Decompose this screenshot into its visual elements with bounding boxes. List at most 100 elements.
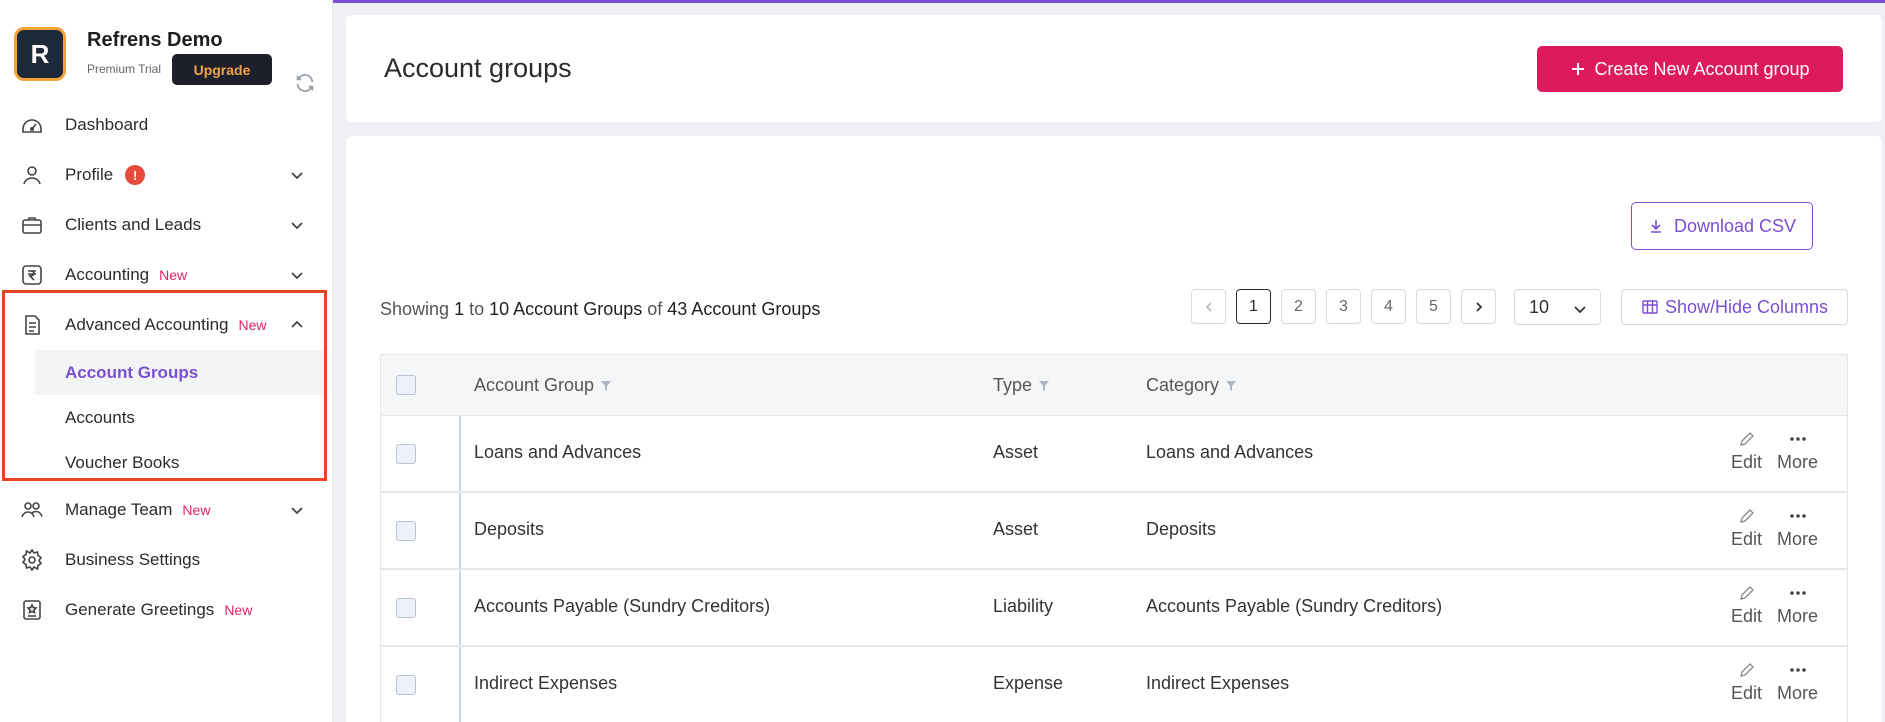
chevron-left-icon bbox=[1205, 301, 1212, 312]
sidebar: R Refrens Demo Premium Trial Upgrade Das… bbox=[0, 0, 333, 722]
row-checkbox[interactable] bbox=[396, 675, 416, 695]
showing-to-word: to bbox=[469, 299, 485, 319]
filter-icon[interactable] bbox=[1225, 380, 1237, 392]
column-header-category[interactable]: Category bbox=[1146, 375, 1237, 396]
row-checkbox[interactable] bbox=[396, 598, 416, 618]
sidebar-item-generate-greetings[interactable]: Generate Greetings New bbox=[0, 585, 333, 635]
cell-account-group: Accounts Payable (Sundry Creditors) bbox=[474, 596, 771, 616]
sidebar-item-label: Generate Greetings bbox=[65, 600, 215, 619]
plan-label: Premium Trial bbox=[87, 62, 162, 76]
header-label: Category bbox=[1146, 375, 1220, 395]
team-icon bbox=[21, 502, 43, 518]
user-icon bbox=[23, 166, 41, 185]
sidebar-item-label: Business Settings bbox=[65, 550, 201, 569]
chevron-down-icon bbox=[1574, 306, 1586, 314]
download-csv-label: Download CSV bbox=[1673, 215, 1797, 236]
next-page-button[interactable] bbox=[1461, 289, 1496, 324]
more-label: More bbox=[1777, 529, 1819, 549]
showing-of: of bbox=[647, 299, 663, 319]
table-row: Loans and Advances Asset Loans and Advan… bbox=[380, 415, 1848, 492]
row-checkbox[interactable] bbox=[396, 521, 416, 541]
cell-type: Asset bbox=[993, 442, 1039, 462]
upgrade-button[interactable]: Upgrade bbox=[172, 54, 272, 85]
chevron-down-icon[interactable] bbox=[289, 267, 305, 283]
page-button[interactable]: 1 bbox=[1236, 289, 1271, 324]
edit-button[interactable]: Edit bbox=[1731, 661, 1762, 704]
more-button[interactable]: More bbox=[1777, 584, 1818, 627]
cell-type: Expense bbox=[993, 673, 1064, 693]
edit-button[interactable]: Edit bbox=[1731, 584, 1762, 627]
gear-icon bbox=[21, 548, 43, 572]
showing-prefix: Showing bbox=[380, 299, 450, 319]
dashboard-icon bbox=[22, 119, 42, 133]
showing-from: 1 bbox=[454, 299, 465, 319]
row-divider bbox=[459, 416, 461, 491]
business-name: Refrens Demo bbox=[87, 29, 223, 51]
column-header-account-group[interactable]: Account Group bbox=[474, 375, 612, 396]
pencil-icon bbox=[1739, 663, 1754, 677]
cell-category: Indirect Expenses bbox=[1146, 673, 1290, 693]
page-button[interactable]: 5 bbox=[1416, 289, 1451, 324]
page-button[interactable]: 4 bbox=[1371, 289, 1406, 324]
chevron-down-icon[interactable] bbox=[289, 217, 305, 233]
create-account-group-button[interactable]: Create New Account group bbox=[1537, 46, 1843, 92]
create-button-label: Create New Account group bbox=[1594, 58, 1810, 79]
more-dots-icon bbox=[1789, 591, 1806, 595]
sidebar-item-profile[interactable]: Profile ! bbox=[0, 150, 333, 200]
cell-account-group: Deposits bbox=[474, 519, 545, 539]
edit-label: Edit bbox=[1731, 452, 1763, 472]
chevron-down-icon[interactable] bbox=[289, 502, 305, 518]
select-all-checkbox[interactable] bbox=[396, 375, 416, 395]
show-hide-columns-button[interactable]: Show/Hide Columns bbox=[1621, 289, 1848, 325]
show-hide-columns-label: Show/Hide Columns bbox=[1664, 296, 1829, 317]
columns-icon bbox=[1642, 300, 1658, 314]
more-label: More bbox=[1777, 683, 1819, 703]
rows-per-page-select[interactable]: 10 bbox=[1514, 289, 1601, 325]
plus-icon bbox=[1572, 63, 1585, 75]
prev-page-button[interactable] bbox=[1191, 289, 1226, 324]
rupee-icon bbox=[22, 265, 42, 285]
refresh-icon[interactable] bbox=[294, 72, 316, 94]
pencil-icon bbox=[1739, 586, 1754, 600]
sidebar-item-dashboard[interactable]: Dashboard bbox=[0, 100, 333, 150]
briefcase-icon bbox=[22, 217, 42, 234]
cell-type: Asset bbox=[993, 519, 1039, 539]
column-header-type[interactable]: Type bbox=[993, 375, 1050, 396]
download-csv-button[interactable]: Download CSV bbox=[1631, 202, 1813, 250]
filter-icon[interactable] bbox=[1038, 380, 1050, 392]
more-dots-icon bbox=[1789, 668, 1806, 672]
page-button[interactable]: 3 bbox=[1326, 289, 1361, 324]
cell-account-group: Indirect Expenses bbox=[474, 673, 618, 693]
pencil-icon bbox=[1739, 509, 1754, 523]
highlight-box bbox=[2, 290, 327, 481]
cell-type: Liability bbox=[993, 596, 1054, 616]
more-button[interactable]: More bbox=[1777, 507, 1818, 550]
cell-category: Deposits bbox=[1146, 519, 1217, 539]
more-button[interactable]: More bbox=[1777, 661, 1818, 704]
showing-total: 43 Account Groups bbox=[667, 299, 821, 319]
business-avatar[interactable]: R bbox=[14, 27, 66, 81]
sidebar-item-clients[interactable]: Clients and Leads bbox=[0, 200, 333, 250]
edit-button[interactable]: Edit bbox=[1731, 507, 1762, 550]
edit-label: Edit bbox=[1731, 529, 1763, 549]
edit-button[interactable]: Edit bbox=[1731, 430, 1762, 473]
page-title: Account groups bbox=[384, 53, 572, 83]
sidebar-item-business-settings[interactable]: Business Settings bbox=[0, 535, 333, 585]
pencil-icon bbox=[1739, 432, 1754, 446]
edit-label: Edit bbox=[1731, 606, 1763, 626]
sidebar-item-label: Dashboard bbox=[65, 115, 149, 134]
filter-icon[interactable] bbox=[600, 380, 612, 392]
row-checkbox[interactable] bbox=[396, 444, 416, 464]
showing-to: 10 Account Groups bbox=[489, 299, 643, 319]
sidebar-item-manage-team[interactable]: Manage Team New bbox=[0, 485, 333, 535]
profile-alert-badge: ! bbox=[125, 165, 146, 185]
chevron-right-icon bbox=[1475, 301, 1482, 312]
row-divider bbox=[459, 493, 461, 568]
page-button[interactable]: 2 bbox=[1281, 289, 1316, 324]
more-button[interactable]: More bbox=[1777, 430, 1818, 473]
chevron-down-icon[interactable] bbox=[289, 167, 305, 183]
account-groups-panel: Download CSV Showing 1 to 10 Account Gro… bbox=[346, 136, 1882, 722]
table-row: Accounts Payable (Sundry Creditors) Liab… bbox=[380, 569, 1848, 646]
download-icon bbox=[1650, 220, 1661, 233]
cell-category: Loans and Advances bbox=[1146, 442, 1314, 462]
